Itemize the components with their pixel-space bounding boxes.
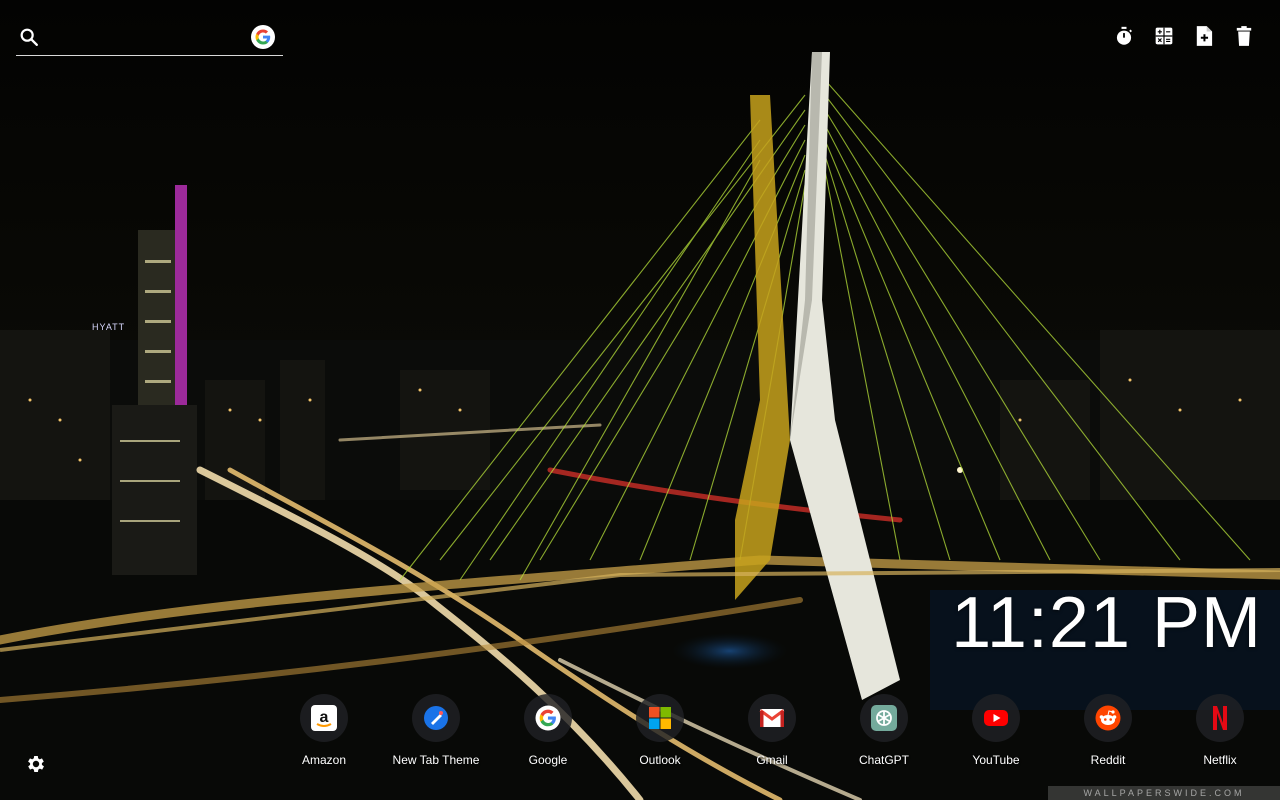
calculator-icon[interactable] — [1152, 24, 1176, 48]
reddit-icon — [1095, 705, 1121, 731]
search-input[interactable] — [52, 24, 256, 50]
settings-button[interactable] — [25, 753, 47, 775]
search-icon[interactable] — [18, 26, 40, 48]
shortcut-label: Reddit — [1090, 753, 1126, 767]
shortcut-label: Amazon — [301, 753, 347, 767]
shortcut-youtube[interactable]: YouTube — [940, 694, 1052, 767]
hotel-sign: HYATT — [92, 322, 125, 332]
search-bar — [16, 20, 283, 56]
shortcut-new-tab-theme[interactable]: New Tab Theme — [380, 694, 492, 767]
gmail-icon — [759, 709, 785, 727]
timer-icon[interactable] — [1112, 24, 1136, 48]
shortcut-google[interactable]: Google — [492, 694, 604, 767]
new-tab-theme-icon — [424, 706, 448, 730]
shortcut-gmail[interactable]: Gmail — [716, 694, 828, 767]
shortcut-amazon[interactable]: a Amazon — [268, 694, 380, 767]
shortcut-label: YouTube — [972, 753, 1020, 767]
shortcut-label: New Tab Theme — [392, 753, 480, 767]
top-toolbar — [1112, 24, 1256, 48]
amazon-icon: a — [311, 705, 337, 731]
chatgpt-icon — [871, 705, 897, 731]
shortcut-reddit[interactable]: Reddit — [1052, 694, 1164, 767]
shortcut-label: Netflix — [1203, 753, 1237, 767]
microsoft-icon — [649, 707, 671, 729]
shortcut-label: ChatGPT — [858, 753, 909, 767]
svg-text:a: a — [320, 709, 329, 726]
shortcut-label: Gmail — [756, 753, 788, 767]
shortcuts-dock: a Amazon New Tab Theme Google Outlook Gm… — [268, 694, 1268, 774]
wallpaper-watermark: WALLPAPERSWIDE.COM — [1048, 786, 1280, 800]
add-note-icon[interactable] — [1192, 24, 1216, 48]
shortcut-label: Google — [528, 753, 568, 767]
shortcut-outlook[interactable]: Outlook — [604, 694, 716, 767]
trash-icon[interactable] — [1232, 24, 1256, 48]
wallpaper-background: HYATT — [0, 0, 1280, 800]
google-icon — [535, 705, 561, 731]
youtube-icon — [984, 710, 1008, 726]
google-logo-icon[interactable] — [251, 25, 275, 49]
clock-time: 11:21 PM — [951, 583, 1262, 663]
gear-icon — [28, 756, 44, 772]
shortcut-netflix[interactable]: Netflix — [1164, 694, 1276, 767]
netflix-icon — [1213, 706, 1227, 730]
shortcut-chatgpt[interactable]: ChatGPT — [828, 694, 940, 767]
shortcut-label: Outlook — [639, 753, 681, 767]
